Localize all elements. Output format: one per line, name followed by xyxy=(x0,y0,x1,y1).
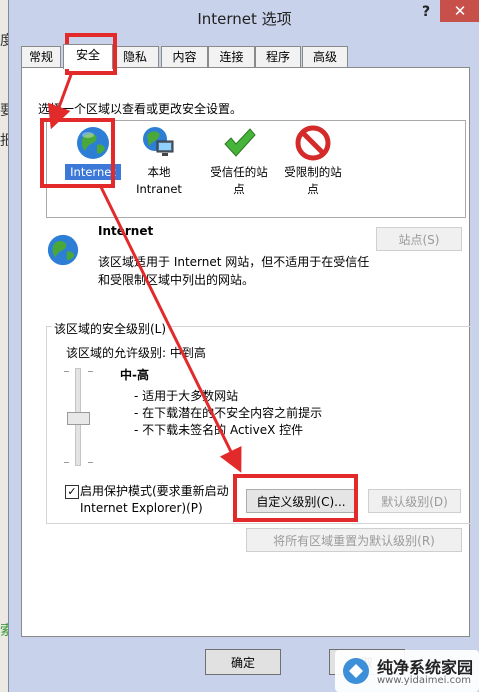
watermark-logo-icon xyxy=(343,658,369,684)
tab-security[interactable]: 安全 xyxy=(63,44,113,69)
annotation-arrow xyxy=(98,184,242,473)
watermark: 纯净系统家园 www.yidaimei.com xyxy=(335,650,479,692)
annotation-arrow xyxy=(47,71,74,130)
annotation-arrows xyxy=(47,71,242,473)
watermark-url: www.yidaimei.com xyxy=(377,675,471,686)
